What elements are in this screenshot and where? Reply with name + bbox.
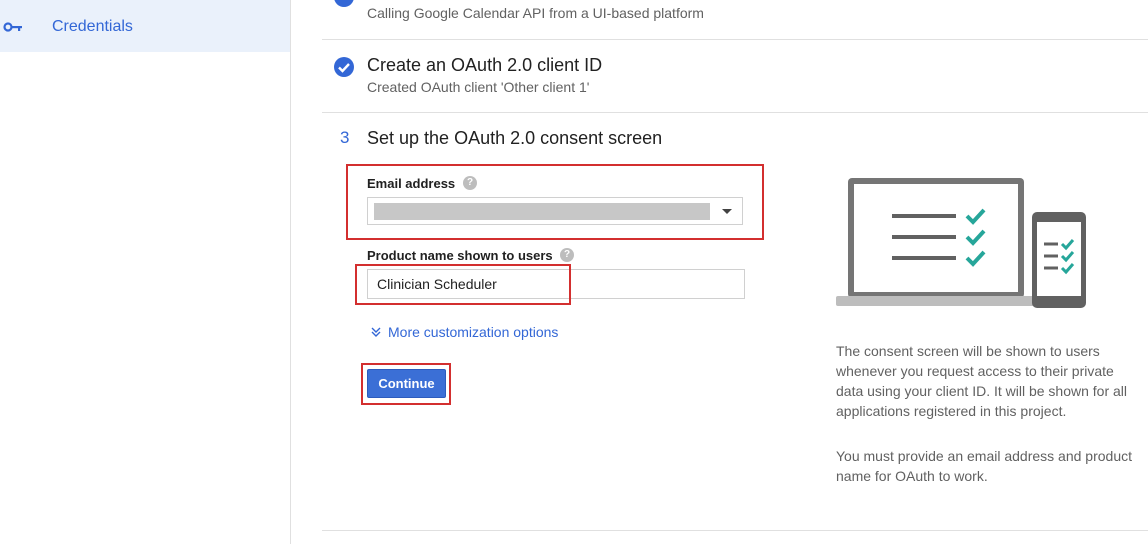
highlight-box-email <box>346 164 764 240</box>
help-icon[interactable]: ? <box>560 248 574 262</box>
check-circle-icon <box>334 57 354 77</box>
step3-number: 3 <box>340 128 350 147</box>
highlight-box-continue <box>361 363 451 405</box>
consent-screen-illustration <box>836 178 1086 308</box>
step2-subtitle: Created OAuth client 'Other client 1' <box>367 79 590 95</box>
divider <box>322 39 1148 40</box>
product-name-label: Product name shown to users <box>367 248 553 263</box>
requirement-info-text: You must provide an email address and pr… <box>836 448 1132 484</box>
double-chevron-down-icon <box>371 327 381 337</box>
divider <box>322 112 1148 113</box>
more-customization-label: More customization options <box>388 324 559 340</box>
highlight-box-product <box>355 264 571 305</box>
step1-subtitle: Calling Google Calendar API from a UI-ba… <box>367 5 704 21</box>
sidebar-item-credentials[interactable]: Credentials <box>0 0 290 52</box>
more-customization-link[interactable]: More customization options <box>370 324 558 340</box>
sidebar-item-label: Credentials <box>52 18 133 35</box>
divider <box>322 530 1148 531</box>
sidebar: Credentials <box>0 0 291 544</box>
consent-info-text: The consent screen will be shown to user… <box>836 343 1128 419</box>
step3-title: Set up the OAuth 2.0 consent screen <box>367 128 663 148</box>
key-icon <box>3 22 22 32</box>
step2-title: Create an OAuth 2.0 client ID <box>367 55 603 75</box>
check-circle-icon <box>334 0 354 7</box>
